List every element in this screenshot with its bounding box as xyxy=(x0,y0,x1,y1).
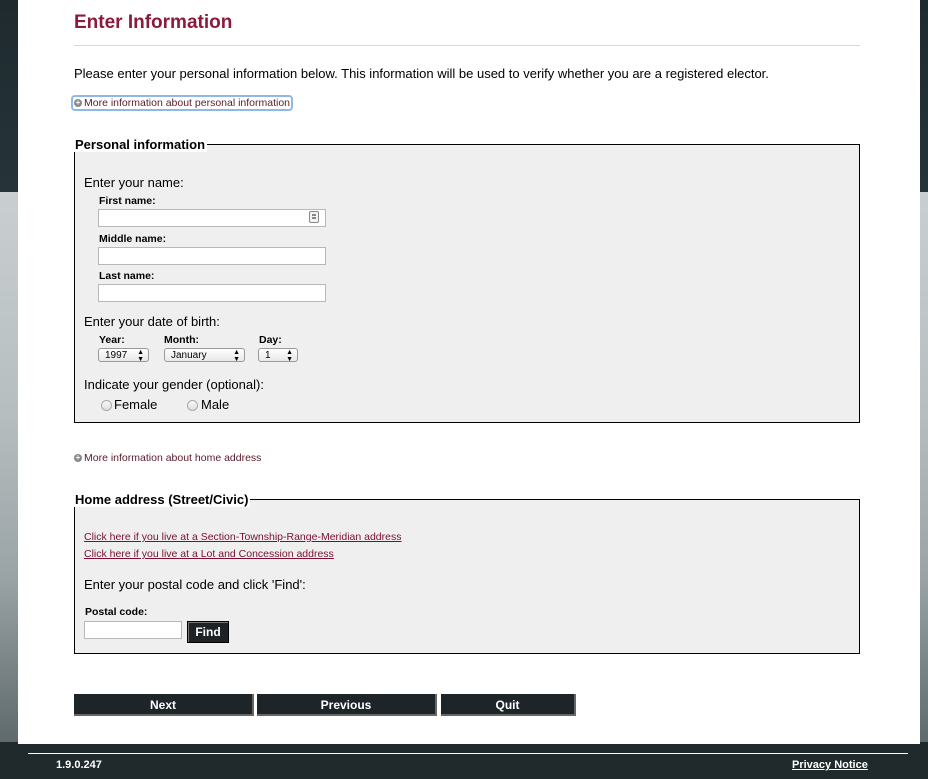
middle-name-input[interactable] xyxy=(98,247,326,265)
dob-prompt: Enter your date of birth: xyxy=(84,314,220,329)
previous-button[interactable]: Previous xyxy=(257,694,437,716)
main-panel: Enter Information Please enter your pers… xyxy=(18,0,920,744)
footer-bar xyxy=(0,742,928,779)
select-arrows-icon: ▲ ▼ xyxy=(137,349,144,363)
postal-code-label: Postal code: xyxy=(85,606,148,618)
footer-divider xyxy=(28,753,908,754)
quit-button[interactable]: Quit xyxy=(441,694,576,716)
gender-male-radio[interactable] xyxy=(187,400,198,411)
page-title: Enter Information xyxy=(74,12,233,33)
select-arrows-icon: ▲ ▼ xyxy=(286,349,293,363)
more-info-address-label: More information about home address xyxy=(84,452,262,464)
last-name-label: Last name: xyxy=(99,270,155,282)
gender-prompt: Indicate your gender (optional): xyxy=(84,377,264,392)
contact-card-icon[interactable] xyxy=(309,211,319,223)
day-select-value: 1 xyxy=(265,350,271,361)
middle-name-label: Middle name: xyxy=(99,233,167,245)
year-label: Year: xyxy=(99,334,125,346)
month-select[interactable]: January ▲ ▼ xyxy=(164,348,245,363)
more-info-personal-link[interactable]: + More information about personal inform… xyxy=(70,95,294,111)
more-info-personal-label: More information about personal informat… xyxy=(84,97,291,109)
find-button[interactable]: Find xyxy=(187,621,229,643)
name-prompt: Enter your name: xyxy=(84,175,184,190)
postal-code-input[interactable] xyxy=(84,621,182,639)
first-name-label: First name: xyxy=(99,195,156,207)
personal-info-legend: Personal information xyxy=(74,137,208,152)
intro-text: Please enter your personal information b… xyxy=(74,66,769,81)
month-label: Month: xyxy=(164,334,199,346)
select-arrows-icon: ▲ ▼ xyxy=(233,349,240,363)
gender-female-label[interactable]: Female xyxy=(114,397,157,412)
last-name-input[interactable] xyxy=(98,284,326,302)
postal-prompt: Enter your postal code and click 'Find': xyxy=(84,577,306,592)
day-label: Day: xyxy=(259,334,282,346)
year-select[interactable]: 1997 ▲ ▼ xyxy=(98,348,149,363)
plus-circle-icon: + xyxy=(74,98,82,107)
first-name-input[interactable] xyxy=(98,209,326,227)
day-select[interactable]: 1 ▲ ▼ xyxy=(258,348,298,363)
year-select-value: 1997 xyxy=(105,350,128,361)
more-info-address-link[interactable]: + More information about home address xyxy=(74,452,261,464)
title-divider xyxy=(74,45,860,46)
home-address-legend: Home address (Street/Civic) xyxy=(74,492,251,507)
version-number: 1.9.0.247 xyxy=(56,759,102,771)
month-select-value: January xyxy=(171,350,207,361)
next-button[interactable]: Next xyxy=(74,694,254,716)
gender-female-radio[interactable] xyxy=(101,400,112,411)
plus-circle-icon: + xyxy=(74,453,82,462)
privacy-notice-link[interactable]: Privacy Notice xyxy=(792,759,868,771)
strm-address-link[interactable]: Click here if you live at a Section-Town… xyxy=(84,531,401,543)
gender-male-label[interactable]: Male xyxy=(201,397,229,412)
lot-concession-address-link[interactable]: Click here if you live at a Lot and Conc… xyxy=(84,548,334,560)
